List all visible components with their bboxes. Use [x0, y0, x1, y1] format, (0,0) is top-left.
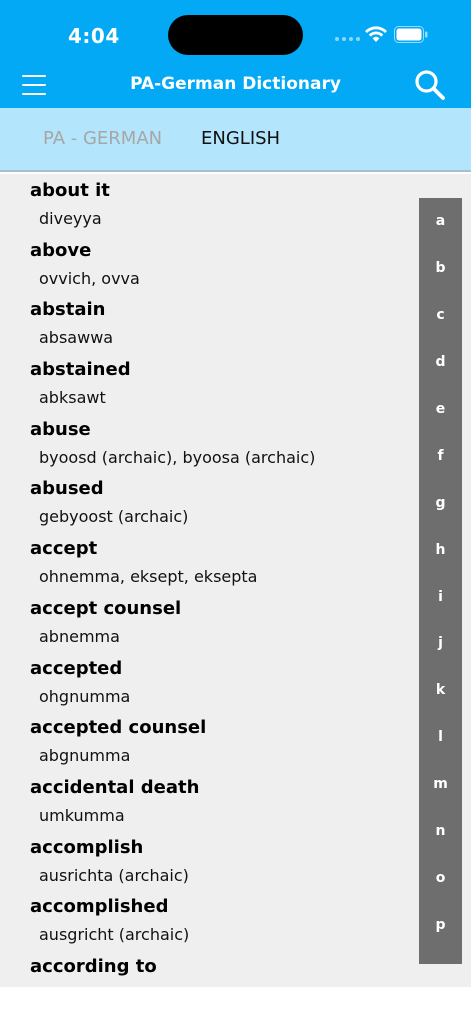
list-item[interactable]: above ovvich, ovva [0, 234, 471, 294]
entry-translation: ausrichta (archaic) [39, 865, 189, 885]
entry-term: accepted [30, 657, 123, 679]
entry-translation: ohnemma, eksept, eksepta [39, 567, 258, 587]
entry-term: above [30, 239, 92, 261]
index-letter-c[interactable]: c [419, 292, 462, 339]
entry-translation: ovvich, ovva [39, 268, 140, 288]
entry-term: accomplish [30, 836, 144, 858]
entry-translation: byoosd (archaic), byoosa (archaic) [39, 447, 316, 467]
list-item[interactable]: abuse byoosd (archaic), byoosa (archaic) [0, 413, 471, 473]
list-item[interactable]: accept ohnemma, eksept, eksepta [0, 532, 471, 592]
entry-term: abstain [30, 299, 106, 321]
entry-term: accidental death [30, 776, 200, 798]
entry-term: abused [30, 478, 104, 500]
alphabet-index[interactable]: a b c d e f g h i j k l m n o p [419, 198, 462, 964]
search-icon[interactable] [413, 68, 447, 102]
index-letter-h[interactable]: h [419, 526, 462, 573]
entry-translation: abnemma [39, 626, 120, 646]
entry-term: accept [30, 538, 98, 560]
app-bar: PA-German Dictionary [0, 62, 471, 108]
index-letter-d[interactable]: d [419, 339, 462, 386]
entry-translation: ohgnumma [39, 686, 131, 706]
entry-term: abstained [30, 359, 131, 381]
list-item[interactable]: accepted counsel abgnumma [0, 711, 471, 771]
index-letter-j[interactable]: j [419, 620, 462, 667]
list-item[interactable]: accidental death umkumma [0, 771, 471, 831]
list-item[interactable]: accept counsel abnemma [0, 592, 471, 652]
entry-translation: ausgricht (archaic) [39, 925, 190, 945]
index-letter-e[interactable]: e [419, 386, 462, 433]
battery-icon [394, 26, 428, 43]
index-letter-m[interactable]: m [419, 761, 462, 808]
status-bar: 4:04 [0, 0, 471, 62]
index-letter-g[interactable]: g [419, 479, 462, 526]
entry-term: accept counsel [30, 597, 182, 619]
index-letter-n[interactable]: n [419, 808, 462, 855]
list-item[interactable]: accepted ohgnumma [0, 652, 471, 712]
list-item[interactable]: abused gebyoost (archaic) [0, 472, 471, 532]
dynamic-island [168, 15, 303, 55]
entry-translation: absawwa [39, 328, 114, 348]
list-item[interactable]: abstain absawwa [0, 293, 471, 353]
list-item[interactable]: according to [0, 950, 471, 987]
list-item[interactable]: accomplished ausgricht (archaic) [0, 890, 471, 950]
list-item[interactable]: about it diveyya [0, 174, 471, 234]
entry-translation: umkumma [39, 805, 125, 825]
entry-term: accomplished [30, 896, 169, 918]
index-letter-l[interactable]: l [419, 714, 462, 761]
wifi-icon [365, 26, 387, 42]
list-item[interactable]: abstained abksawt [0, 353, 471, 413]
language-tab-bar: PA - GERMAN ENGLISH [0, 108, 471, 172]
index-letter-f[interactable]: f [419, 432, 462, 479]
index-letter-b[interactable]: b [419, 245, 462, 292]
dictionary-list[interactable]: about it diveyya above ovvich, ovva abst… [0, 174, 471, 987]
entry-term: about it [30, 180, 110, 201]
status-time: 4:04 [68, 24, 120, 48]
entry-translation: gebyoost (archaic) [39, 507, 189, 527]
entry-term: according to [30, 955, 157, 977]
entry-term: accepted counsel [30, 717, 207, 739]
entry-term: abuse [30, 418, 91, 440]
index-letter-i[interactable]: i [419, 573, 462, 620]
index-letter-k[interactable]: k [419, 667, 462, 714]
tab-pa-german[interactable]: PA - GERMAN [43, 128, 162, 149]
cellular-signal-icon [335, 37, 360, 41]
entry-translation: abksawt [39, 388, 106, 408]
index-letter-o[interactable]: o [419, 854, 462, 901]
list-item[interactable]: accomplish ausrichta (archaic) [0, 831, 471, 891]
index-letter-a[interactable]: a [419, 198, 462, 245]
tab-english[interactable]: ENGLISH [201, 128, 280, 149]
app-title: PA-German Dictionary [130, 74, 341, 94]
index-letter-p[interactable]: p [419, 901, 462, 948]
entry-translation: abgnumma [39, 746, 131, 766]
entry-translation: diveyya [39, 209, 102, 228]
